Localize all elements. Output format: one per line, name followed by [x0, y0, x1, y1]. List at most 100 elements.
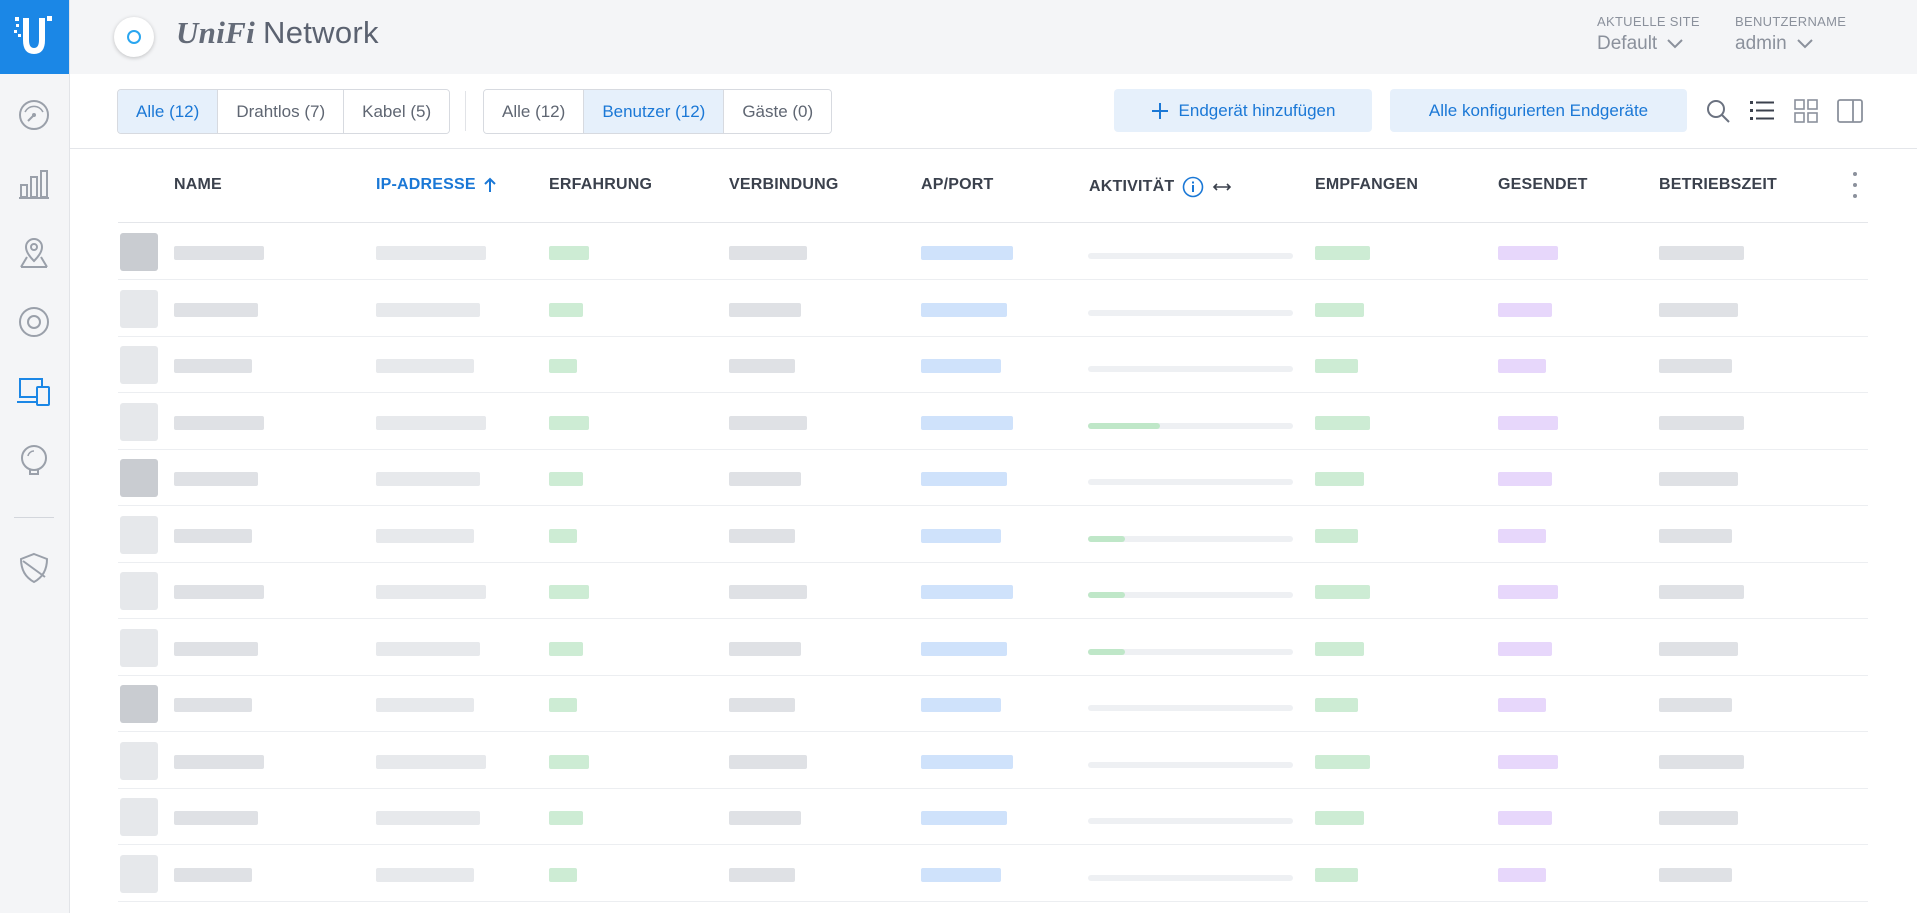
- cell-name: [174, 641, 258, 656]
- cell-experience: [549, 867, 577, 882]
- site-selector[interactable]: AKTUELLE SITE Default: [1597, 14, 1700, 55]
- column-ap-port[interactable]: AP/PORT: [921, 176, 994, 194]
- filter-guests[interactable]: Gäste (0): [724, 90, 832, 133]
- cell-connection: [729, 415, 807, 430]
- cell-ap-port: [921, 641, 1007, 656]
- cell-ip-address: [376, 698, 474, 712]
- table-row[interactable]: [118, 280, 1868, 337]
- cell-connection: [729, 246, 807, 260]
- column-sent[interactable]: GESENDET: [1498, 176, 1588, 194]
- cell-connection: [729, 867, 795, 882]
- brand-network: Network: [263, 15, 379, 50]
- cell-sent: [1498, 698, 1546, 712]
- table-row[interactable]: [118, 732, 1868, 789]
- devices-icon[interactable]: [12, 300, 56, 344]
- client-device-icon: [120, 741, 158, 780]
- info-icon[interactable]: [1182, 176, 1204, 198]
- nav-divider: [14, 517, 54, 518]
- table-row[interactable]: [118, 788, 1868, 845]
- add-client-button[interactable]: Endgerät hinzufügen: [1114, 89, 1372, 132]
- column-name[interactable]: NAME: [174, 176, 222, 194]
- cell-sent: [1498, 246, 1558, 260]
- cell-ip-address: [376, 302, 480, 317]
- clients-icon[interactable]: [12, 370, 56, 414]
- column-options-icon[interactable]: [1852, 170, 1858, 200]
- activity-bar: [1088, 592, 1293, 598]
- grid-view-icon[interactable]: [1792, 97, 1820, 125]
- cell-name: [174, 302, 258, 317]
- cell-name: [174, 754, 264, 769]
- cell-received: [1315, 811, 1364, 825]
- cell-ip-address: [376, 359, 474, 373]
- column-received[interactable]: EMPFANGEN: [1315, 176, 1418, 194]
- user-menu[interactable]: BENUTZERNAME admin: [1735, 14, 1846, 55]
- status-indicator-icon[interactable]: [114, 17, 154, 57]
- list-view-icon[interactable]: [1748, 97, 1776, 125]
- cell-ap-port: [921, 754, 1013, 769]
- cell-received: [1315, 472, 1364, 486]
- filter-all-connections[interactable]: Alle (12): [118, 90, 219, 133]
- table-row[interactable]: [118, 393, 1868, 450]
- column-activity[interactable]: AKTIVITÄT: [1089, 176, 1232, 198]
- insights-icon[interactable]: [12, 438, 56, 482]
- search-icon[interactable]: [1704, 97, 1732, 125]
- filter-wired[interactable]: Kabel (5): [344, 90, 450, 133]
- activity-bar-fill: [1088, 648, 1125, 655]
- cell-ap-port: [921, 811, 1007, 825]
- dashboard-icon[interactable]: [12, 93, 56, 137]
- app-brand: UniFi Network: [176, 15, 379, 51]
- table-row[interactable]: [118, 845, 1868, 902]
- cell-connection: [729, 472, 801, 486]
- client-device-icon: [120, 515, 158, 554]
- table-row[interactable]: [118, 619, 1868, 676]
- activity-bar: [1088, 309, 1293, 316]
- cell-ip-address: [376, 472, 480, 486]
- table-row[interactable]: [118, 675, 1868, 732]
- side-panel-icon[interactable]: [1836, 97, 1864, 125]
- activity-bar: [1088, 818, 1293, 824]
- cell-experience: [549, 698, 577, 712]
- activity-bar: [1088, 253, 1293, 259]
- cell-experience: [549, 415, 589, 430]
- client-toolbar: Alle (12) Drahtlos (7) Kabel (5) Alle (1…: [70, 74, 1917, 149]
- cell-connection: [729, 811, 801, 825]
- cell-ip-address: [376, 754, 486, 769]
- cell-uptime: [1659, 302, 1738, 317]
- cell-uptime: [1659, 811, 1738, 825]
- cell-uptime: [1659, 698, 1732, 712]
- client-device-icon: [120, 685, 158, 723]
- filter-all-types[interactable]: Alle (12): [484, 90, 585, 133]
- client-device-icon: [120, 233, 158, 271]
- expand-horizontal-icon[interactable]: [1212, 181, 1232, 193]
- threat-management-icon[interactable]: [12, 546, 56, 590]
- filter-wireless[interactable]: Drahtlos (7): [218, 90, 345, 133]
- map-icon[interactable]: [12, 231, 56, 275]
- cell-uptime: [1659, 528, 1732, 543]
- cell-received: [1315, 415, 1370, 430]
- ubiquiti-logo[interactable]: [0, 0, 69, 74]
- cell-name: [174, 246, 264, 260]
- client-device-icon: [120, 854, 158, 893]
- filter-users[interactable]: Benutzer (12): [584, 90, 725, 133]
- column-connection[interactable]: VERBINDUNG: [729, 176, 839, 194]
- all-configured-clients-button[interactable]: Alle konfigurierten Endgeräte: [1390, 89, 1687, 132]
- cell-uptime: [1659, 641, 1738, 656]
- cell-connection: [729, 641, 801, 656]
- client-device-icon: [120, 346, 158, 384]
- table-row[interactable]: [118, 506, 1868, 563]
- table-row[interactable]: [118, 449, 1868, 506]
- table-row[interactable]: [118, 223, 1868, 280]
- cell-connection: [729, 302, 801, 317]
- cell-name: [174, 415, 264, 430]
- site-label: AKTUELLE SITE: [1597, 14, 1700, 29]
- column-ip-address[interactable]: IP-ADRESSE: [376, 176, 496, 194]
- table-row[interactable]: [118, 336, 1868, 393]
- cell-uptime: [1659, 359, 1732, 373]
- cell-sent: [1498, 754, 1558, 769]
- cell-name: [174, 585, 264, 599]
- column-experience[interactable]: ERFAHRUNG: [549, 176, 652, 194]
- statistics-icon[interactable]: [12, 162, 56, 206]
- ubiquiti-u-icon: [14, 16, 52, 54]
- column-uptime[interactable]: BETRIEBSZEIT: [1659, 176, 1777, 194]
- table-row[interactable]: [118, 562, 1868, 619]
